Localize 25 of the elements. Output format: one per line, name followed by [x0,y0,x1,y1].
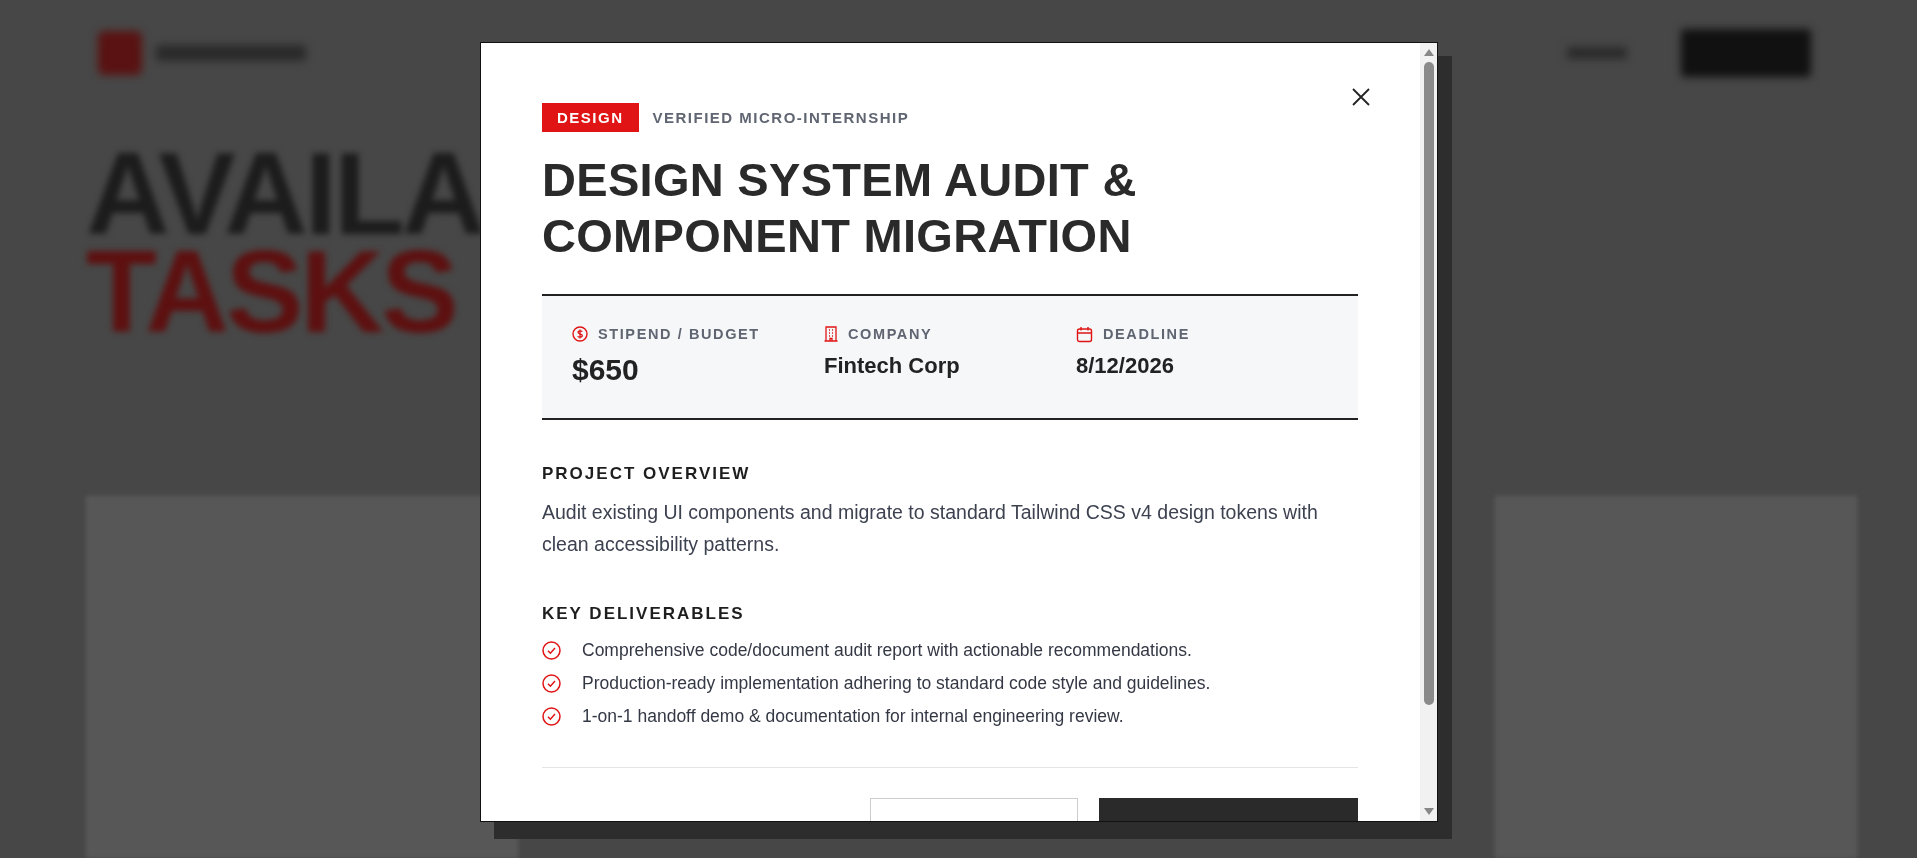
close-icon[interactable] [1352,88,1370,106]
logo-icon [98,30,142,75]
stat-value: $650 [572,353,640,387]
overview-text: Audit existing UI components and migrate to standard Tailwind CSS v4 design tokens with clean accessibility patterns. [542,500,1319,557]
check-circle-icon [542,707,561,726]
calendar-icon [1076,325,1093,343]
stat-label: COMPANY [848,326,933,342]
stat-label: DEADLINE [1103,326,1190,342]
verified-label: VERIFIED MICRO-INTERNSHIP [652,109,910,126]
dollar-icon [572,326,588,342]
section-heading: KEY DELIVERABLES [542,604,746,624]
check-circle-icon [542,641,561,660]
scroll-down-icon[interactable] [1423,808,1434,815]
task-title: DESIGN SYSTEM AUDIT & COMPONENT MIGRATION [542,152,1138,264]
stat-label: STIPEND / BUDGET [598,326,760,342]
check-circle-icon [542,674,561,693]
stat-value: Fintech Corp [824,353,961,379]
deliverable-text: Production-ready implementation adhering to standard code style and guidelines. [582,673,1211,694]
deliverable-text: 1-on-1 handoff demo & documentation for internal engineering review. [582,706,1124,727]
stat-value: 8/12/2026 [1076,353,1175,379]
category-tag: DESIGN [542,103,639,132]
section-heading: PROJECT OVERVIEW [542,464,752,484]
building-icon [824,326,838,342]
task-card[interactable] [86,496,518,858]
deliverable-text: Comprehensive code/document audit report with actionable recommendations. [582,640,1192,661]
